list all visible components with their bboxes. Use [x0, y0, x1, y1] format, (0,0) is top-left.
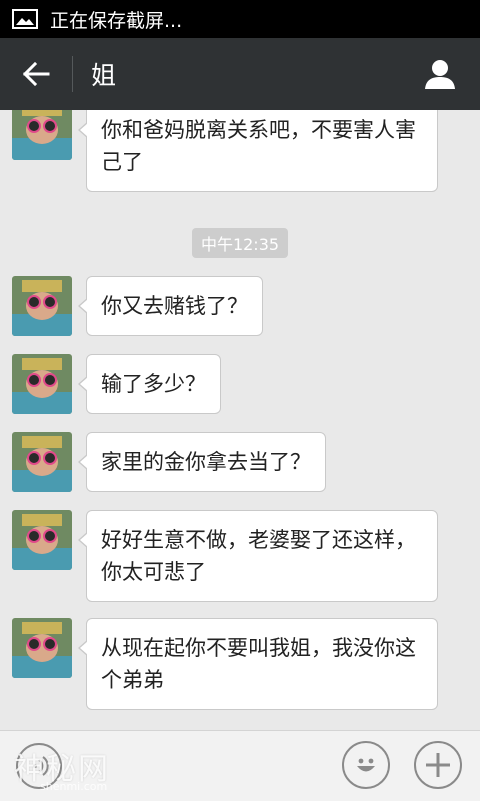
timestamp: 中午12:35: [192, 228, 288, 258]
message-row: 家里的金你拿去当了？: [12, 432, 326, 492]
message-row: 你又去赌钱了？: [12, 276, 263, 336]
status-text: 正在保存截屏...: [50, 9, 183, 32]
watermark-sub: shenmi.com: [40, 780, 108, 793]
app-bar: 姐: [0, 38, 480, 110]
back-arrow-icon: [22, 62, 50, 86]
back-button[interactable]: [0, 38, 72, 110]
message-row: 从现在起你不要叫我姐，我没你这个弟弟: [12, 618, 438, 710]
message-bubble[interactable]: 你又去赌钱了？: [78, 276, 263, 336]
profile-button[interactable]: [420, 54, 460, 94]
avatar[interactable]: [12, 276, 72, 336]
status-bar: 正在保存截屏...: [0, 0, 480, 38]
message-bubble[interactable]: 家里的金你拿去当了？: [78, 432, 326, 492]
message-bubble[interactable]: 从现在起你不要叫我姐，我没你这个弟弟: [78, 618, 438, 710]
avatar[interactable]: [12, 432, 72, 492]
emoji-icon: [357, 758, 375, 772]
chat-area[interactable]: 你和爸妈脱离关系吧，不要害人害己了 中午12:35 你又去赌钱了？ 输了多少？ …: [0, 110, 480, 730]
message-row: 好好生意不做，老婆娶了还这样，你太可悲了: [12, 510, 438, 602]
more-button[interactable]: [414, 741, 462, 789]
header-divider: [72, 56, 73, 92]
chat-title: 姐: [91, 61, 117, 90]
message-row: 输了多少？: [12, 354, 221, 414]
avatar[interactable]: [12, 510, 72, 570]
message-bubble[interactable]: 输了多少？: [78, 354, 221, 414]
avatar[interactable]: [12, 618, 72, 678]
image-icon: [12, 8, 40, 30]
person-icon: [425, 60, 455, 89]
avatar[interactable]: [12, 354, 72, 414]
message-bubble[interactable]: 你和爸妈脱离关系吧，不要害人害己了: [78, 110, 438, 192]
message-bubble[interactable]: 好好生意不做，老婆娶了还这样，你太可悲了: [78, 510, 438, 602]
message-row: 你和爸妈脱离关系吧，不要害人害己了: [12, 110, 438, 192]
emoji-button[interactable]: [342, 741, 390, 789]
avatar[interactable]: [12, 110, 72, 160]
plus-icon: [426, 753, 450, 777]
